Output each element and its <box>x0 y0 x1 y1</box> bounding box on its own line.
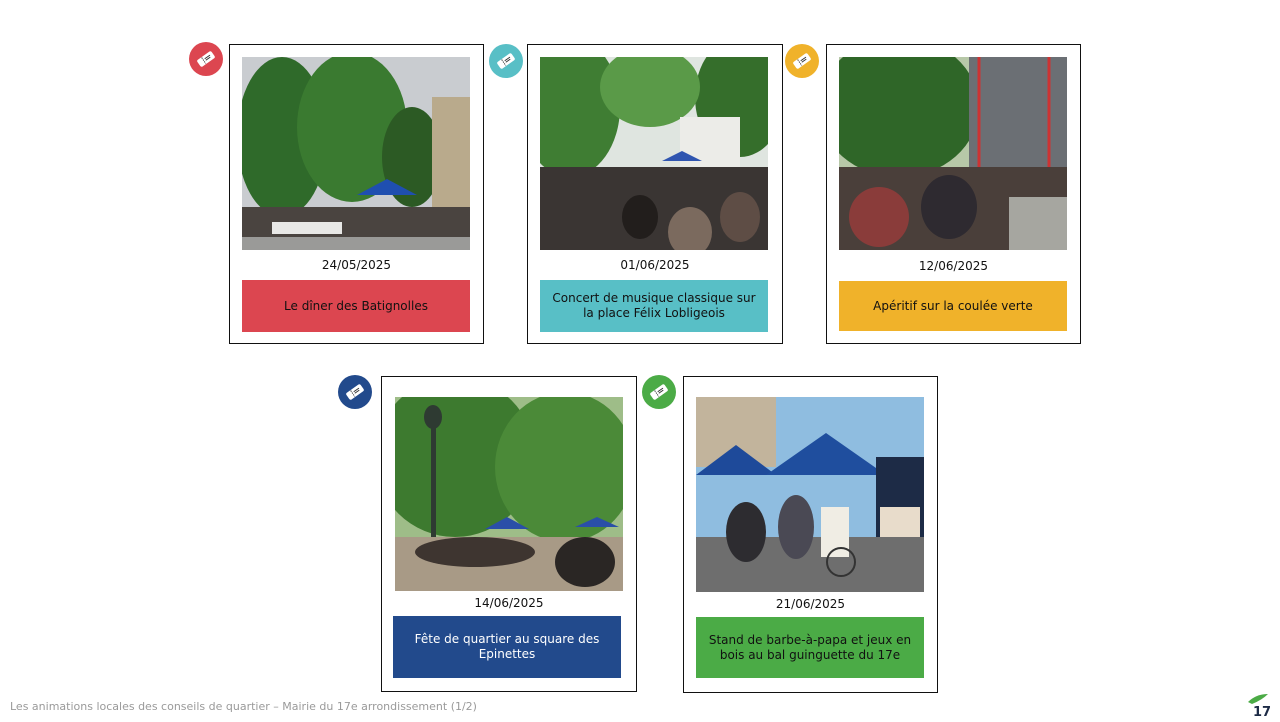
event-photo <box>395 397 623 591</box>
event-photo <box>839 57 1067 250</box>
event-card-concert: 01/06/2025 Concert de musique classique … <box>527 44 783 344</box>
ticket-badge-icon <box>489 44 523 78</box>
event-title-label: Stand de barbe-à-papa et jeux en bois au… <box>696 617 924 678</box>
event-card-epinettes: 14/06/2025 Fête de quartier au square de… <box>381 376 637 692</box>
event-card-aperitif: 12/06/2025 Apéritif sur la coulée verte <box>826 44 1081 344</box>
event-date: 01/06/2025 <box>620 258 690 272</box>
mairie-17-logo: 17 <box>1244 692 1272 720</box>
event-date: 21/06/2025 <box>775 597 846 611</box>
event-date: 14/06/2025 <box>474 596 544 610</box>
ticket-badge-icon <box>189 42 223 76</box>
event-title-label: Apéritif sur la coulée verte <box>839 281 1067 331</box>
event-title-label: Fête de quartier au square des Epinettes <box>393 616 621 678</box>
event-title-label: Concert de musique classique sur la plac… <box>540 280 768 332</box>
footer-caption: Les animations locales des conseils de q… <box>10 700 477 713</box>
event-title-label: Le dîner des Batignolles <box>242 280 470 332</box>
event-photo <box>242 57 470 250</box>
ticket-badge-icon <box>338 375 372 409</box>
event-photo <box>540 57 768 250</box>
svg-text:17: 17 <box>1253 705 1271 718</box>
event-card-guinguette: 21/06/2025 Stand de barbe-à-papa et jeux… <box>683 376 938 693</box>
ticket-badge-icon <box>642 375 676 409</box>
event-photo <box>696 397 924 592</box>
event-date: 24/05/2025 <box>321 258 392 272</box>
event-date: 12/06/2025 <box>918 259 989 273</box>
ticket-badge-icon <box>785 44 819 78</box>
event-card-batignolles: 24/05/2025 Le dîner des Batignolles <box>229 44 484 344</box>
